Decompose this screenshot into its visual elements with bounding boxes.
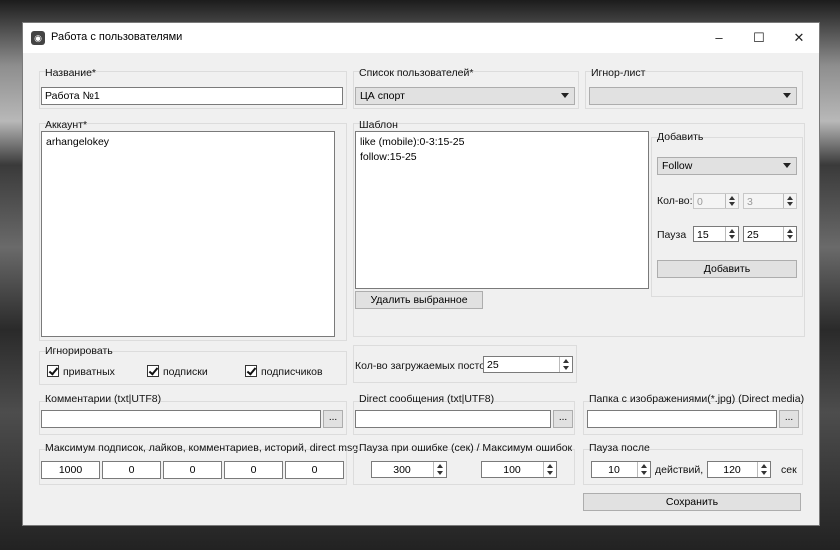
- ignore-list-label: Игнор-лист: [591, 67, 646, 79]
- spinner-arrows-icon[interactable]: [725, 194, 738, 208]
- chevron-down-icon: [561, 93, 569, 98]
- images-path-input[interactable]: [587, 410, 777, 428]
- posts-count-label: Кол-во загружаемых постов:: [355, 360, 494, 372]
- pause-to-spinner[interactable]: 25: [743, 226, 797, 242]
- seconds-label: сек: [781, 464, 797, 476]
- spinner-arrows-icon[interactable]: [725, 227, 738, 241]
- pause-after-actions-spinner[interactable]: 10: [591, 461, 651, 478]
- limit-follows-input[interactable]: 1000: [41, 461, 100, 479]
- save-button[interactable]: Сохранить: [583, 493, 801, 511]
- private-label: приватных: [63, 366, 115, 378]
- posts-count-spinner[interactable]: 25: [483, 356, 573, 373]
- add-button[interactable]: Добавить: [657, 260, 797, 278]
- template-line: follow:15-25: [360, 151, 417, 163]
- images-label: Папка с изображениями(*.jpg) (Direct med…: [589, 393, 805, 405]
- minimize-button[interactable]: –: [699, 23, 739, 53]
- pause-label: Пауза: [657, 229, 687, 241]
- direct-browse-button[interactable]: ...: [553, 410, 573, 428]
- error-pause-spinner[interactable]: 300: [371, 461, 447, 478]
- users-list-select[interactable]: ЦА спорт: [355, 87, 575, 105]
- name-label: Название*: [45, 67, 97, 79]
- count-label: Кол-во:: [657, 195, 693, 207]
- spinner-arrows-icon[interactable]: [543, 462, 556, 477]
- spinner-arrows-icon[interactable]: [433, 462, 446, 477]
- account-label: Аккаунт*: [45, 119, 88, 131]
- comments-browse-button[interactable]: ...: [323, 410, 343, 428]
- subscriptions-checkbox[interactable]: [147, 365, 159, 377]
- action-selected: Follow: [662, 160, 693, 172]
- error-pause-value: 300: [393, 464, 411, 476]
- close-button[interactable]: ✕: [779, 23, 819, 53]
- count-to-value: 3: [747, 196, 753, 208]
- count-from-value: 0: [697, 196, 703, 208]
- spinner-arrows-icon[interactable]: [783, 227, 796, 241]
- comments-label: Комментарии (txt|UTF8): [45, 393, 162, 405]
- pause-after-seconds-value: 120: [723, 464, 741, 476]
- ignore-list-select[interactable]: [589, 87, 797, 105]
- spinner-arrows-icon[interactable]: [783, 194, 796, 208]
- private-checkbox[interactable]: [47, 365, 59, 377]
- limit-likes-input[interactable]: 0: [102, 461, 161, 479]
- pause-after-actions-value: 10: [608, 464, 620, 476]
- action-select[interactable]: Follow: [657, 157, 797, 175]
- max-errors-spinner[interactable]: 100: [481, 461, 557, 478]
- account-textarea[interactable]: arhangelokey: [41, 131, 335, 337]
- posts-count-value: 25: [487, 359, 499, 371]
- followers-label: подписчиков: [261, 366, 323, 378]
- main-window: ◉ Работа с пользователями – ☐ ✕ Название…: [22, 22, 820, 526]
- comments-path-input[interactable]: [41, 410, 321, 428]
- window-title: Работа с пользователями: [51, 31, 183, 43]
- pause-from-value: 15: [697, 229, 709, 241]
- pause-after-seconds-spinner[interactable]: 120: [707, 461, 771, 478]
- ignore-group-label: Игнорировать: [45, 345, 113, 357]
- chevron-down-icon: [783, 93, 791, 98]
- template-textarea[interactable]: like (mobile):0-3:15-25 follow:15-25: [355, 131, 649, 289]
- max-errors-value: 100: [503, 464, 521, 476]
- maximize-button[interactable]: ☐: [739, 23, 779, 53]
- count-to-spinner[interactable]: 3: [743, 193, 797, 209]
- actions-label: действий,: [655, 464, 704, 476]
- direct-label: Direct сообщения (txt|UTF8): [359, 393, 495, 405]
- spinner-arrows-icon[interactable]: [757, 462, 770, 477]
- spinner-arrows-icon[interactable]: [559, 357, 572, 372]
- users-list-selected: ЦА спорт: [360, 90, 405, 102]
- template-line: like (mobile):0-3:15-25: [360, 136, 465, 148]
- add-group-label: Добавить: [657, 131, 704, 143]
- name-input[interactable]: Работа №1: [41, 87, 343, 105]
- pause-from-spinner[interactable]: 15: [693, 226, 739, 242]
- app-icon: ◉: [31, 31, 45, 45]
- followers-checkbox[interactable]: [245, 365, 257, 377]
- direct-path-input[interactable]: [355, 410, 551, 428]
- delete-selected-button[interactable]: Удалить выбранное: [355, 291, 483, 309]
- count-from-spinner[interactable]: 0: [693, 193, 739, 209]
- users-list-label: Список пользователей*: [359, 67, 474, 79]
- limit-stories-input[interactable]: 0: [224, 461, 283, 479]
- spinner-arrows-icon[interactable]: [637, 462, 650, 477]
- chevron-down-icon: [783, 163, 791, 168]
- limit-comments-input[interactable]: 0: [163, 461, 222, 479]
- title-bar: ◉ Работа с пользователями – ☐ ✕: [23, 23, 819, 53]
- template-label: Шаблон: [359, 119, 398, 131]
- limits-label: Максимум подписок, лайков, комментариев,…: [45, 442, 359, 454]
- account-line: arhangelokey: [46, 136, 110, 148]
- limit-direct-input[interactable]: 0: [285, 461, 344, 479]
- error-pause-label: Пауза при ошибке (сек) / Максимум ошибок: [359, 442, 573, 454]
- pause-to-value: 25: [747, 229, 759, 241]
- subscriptions-label: подписки: [163, 366, 208, 378]
- images-browse-button[interactable]: ...: [779, 410, 799, 428]
- pause-after-label: Пауза после: [589, 442, 650, 454]
